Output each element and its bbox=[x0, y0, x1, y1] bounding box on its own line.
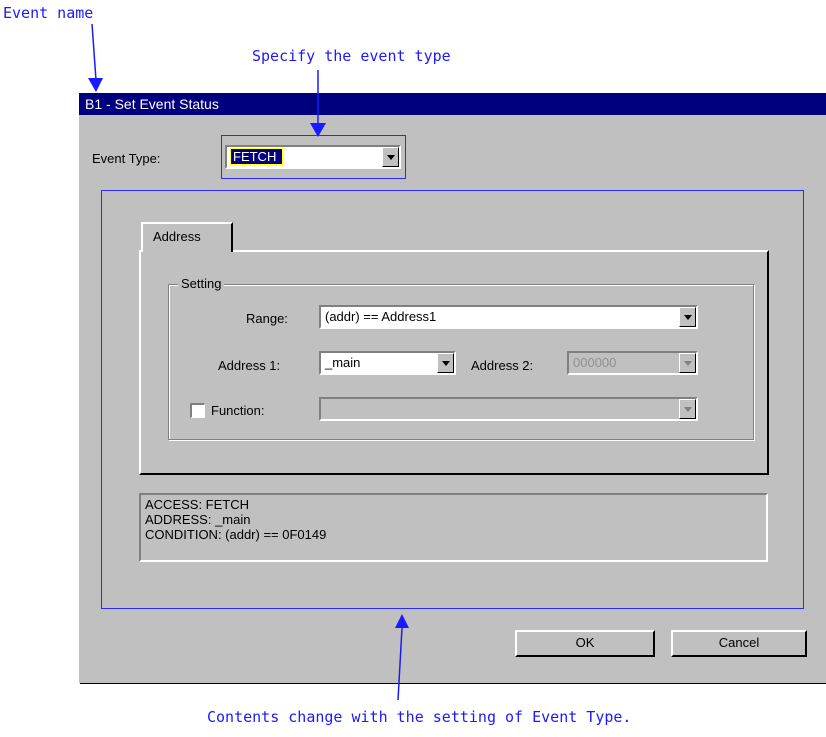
address2-value: 000000 bbox=[573, 355, 617, 370]
chevron-down-icon bbox=[679, 399, 696, 419]
cancel-button[interactable]: Cancel bbox=[671, 630, 807, 657]
function-select bbox=[319, 397, 698, 421]
chevron-down-icon[interactable] bbox=[437, 353, 454, 373]
chevron-down-icon[interactable] bbox=[382, 147, 399, 167]
tab-address-label: Address bbox=[153, 229, 201, 244]
annotation-event-type: Specify the event type bbox=[252, 47, 451, 65]
event-type-value: FETCH bbox=[229, 148, 284, 165]
event-type-label: Event Type: bbox=[92, 151, 161, 166]
function-checkbox[interactable] bbox=[190, 403, 205, 418]
chevron-down-icon[interactable] bbox=[679, 307, 696, 327]
summary-address: ADDRESS: _main bbox=[145, 512, 251, 527]
function-label: Function: bbox=[211, 403, 265, 418]
setting-group-label: Setting bbox=[178, 276, 225, 291]
dialog-title: B1 - Set Event Status bbox=[85, 96, 219, 112]
address1-value: _main bbox=[325, 355, 361, 370]
tab-address[interactable]: Address bbox=[141, 222, 233, 252]
event-summary-text: ACCESS: FETCH ADDRESS: _main CONDITION: … bbox=[139, 493, 768, 562]
address2-select: 000000 bbox=[567, 351, 698, 375]
address1-select[interactable]: _main bbox=[319, 351, 456, 375]
range-label: Range: bbox=[246, 311, 288, 326]
ok-button[interactable]: OK bbox=[515, 630, 655, 657]
summary-access: ACCESS: FETCH bbox=[145, 497, 250, 512]
range-select[interactable]: (addr) == Address1 bbox=[319, 305, 698, 329]
annotation-event-name: Event name bbox=[3, 4, 94, 22]
annotation-contents-change: Contents change with the setting of Even… bbox=[207, 708, 632, 726]
address1-label: Address 1: bbox=[218, 358, 281, 373]
event-type-select[interactable]: FETCH bbox=[225, 145, 401, 169]
arrow-event-name-line bbox=[91, 23, 97, 81]
arrow-event-name-head bbox=[88, 78, 103, 92]
chevron-down-icon bbox=[679, 353, 696, 373]
title-bar: B1 - Set Event Status bbox=[79, 93, 826, 115]
summary-condition: CONDITION: (addr) == 0F0149 bbox=[145, 527, 327, 542]
range-value: (addr) == Address1 bbox=[325, 309, 437, 324]
address2-label: Address 2: bbox=[471, 358, 534, 373]
